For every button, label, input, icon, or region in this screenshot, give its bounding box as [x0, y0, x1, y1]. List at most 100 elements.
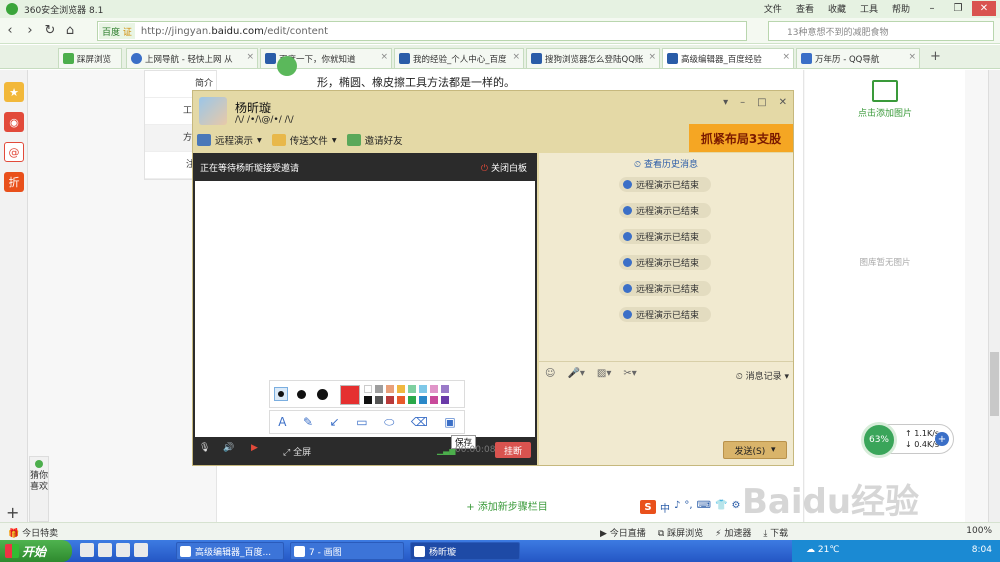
- keyboard-icon[interactable]: ⌨: [697, 500, 711, 515]
- forward-icon[interactable]: ›: [20, 21, 40, 41]
- ime-moon-icon[interactable]: ♪: [674, 500, 680, 515]
- close-icon[interactable]: ✕: [779, 97, 787, 108]
- email-icon[interactable]: @: [4, 142, 24, 162]
- send-file-button[interactable]: 传送文件 ▾: [271, 133, 337, 147]
- search-input[interactable]: 13种意想不到的减肥食物: [768, 21, 994, 41]
- url-text[interactable]: http://jingyan.baidu.com/edit/content: [141, 26, 328, 37]
- menu-favorites[interactable]: 收藏: [828, 2, 846, 15]
- color-swatch[interactable]: [441, 396, 449, 404]
- tab-close-icon[interactable]: ×: [648, 52, 656, 62]
- arrow-tool-icon[interactable]: ↙: [330, 415, 340, 429]
- zoom-level[interactable]: 100%: [966, 526, 992, 536]
- speaker-icon[interactable]: 🔊: [223, 443, 234, 453]
- tab-4[interactable]: 搜狗浏览器怎么登陆QQ账 ×: [526, 48, 660, 68]
- voice-icon[interactable]: 🎤▾: [567, 368, 584, 379]
- ime-settings-icon[interactable]: ⚙: [731, 500, 740, 515]
- chevron-down-icon[interactable]: ▾: [723, 97, 728, 108]
- screenshot-icon[interactable]: ✂▾: [623, 368, 636, 379]
- add-image-button[interactable]: 点击添加图片: [825, 80, 945, 119]
- microphone-icon[interactable]: 🎙: [199, 443, 210, 453]
- scrollbar-thumb[interactable]: [990, 352, 999, 416]
- green-browse-link[interactable]: ⧉ 踩屏浏览: [658, 526, 703, 539]
- weibo-icon[interactable]: ◉: [4, 112, 24, 132]
- rectangle-tool-icon[interactable]: ▭: [356, 415, 367, 429]
- search-engine-badge[interactable]: 百度 证: [99, 23, 135, 39]
- color-swatch[interactable]: [364, 396, 372, 404]
- ellipse-tool-icon[interactable]: ⬭: [384, 415, 394, 430]
- color-swatch[interactable]: [408, 385, 416, 393]
- refresh-icon[interactable]: ↻: [40, 21, 60, 41]
- color-swatch[interactable]: [397, 385, 405, 393]
- discount-icon[interactable]: 折: [4, 172, 24, 192]
- fullscreen-button[interactable]: ⤢ 全屏: [283, 445, 311, 458]
- pencil-tool-icon[interactable]: ✎: [303, 415, 313, 429]
- selected-color-swatch[interactable]: [340, 385, 360, 405]
- tab-close-icon[interactable]: ×: [908, 52, 916, 62]
- color-swatch[interactable]: [419, 385, 427, 393]
- quick-launch-icon[interactable]: [98, 543, 112, 557]
- avatar[interactable]: [199, 97, 227, 125]
- camera-off-icon[interactable]: ▶: [251, 443, 258, 453]
- taskbar-qq-chat[interactable]: 杨昕璇: [410, 542, 520, 560]
- color-swatch[interactable]: [386, 396, 394, 404]
- download-link[interactable]: ⤓ 下载: [763, 526, 788, 539]
- step-text[interactable]: 形，椭圆、橡皮擦工具方法都是一样的。: [317, 74, 515, 90]
- maximize-icon[interactable]: □: [757, 97, 766, 108]
- color-swatch[interactable]: [364, 385, 372, 393]
- favorites-star-icon[interactable]: ★: [4, 82, 24, 102]
- color-swatch[interactable]: [408, 396, 416, 404]
- weather[interactable]: ☁ 21℃: [806, 545, 839, 555]
- quick-launch-icon[interactable]: [134, 543, 148, 557]
- text-tool-icon[interactable]: A: [278, 415, 286, 429]
- tab-5-active[interactable]: 高级编辑器_百度经验 ×: [662, 48, 794, 68]
- ad-banner[interactable]: 抓紧布局3支股: [689, 124, 793, 152]
- tab-close-icon[interactable]: ×: [246, 52, 254, 62]
- page-scrollbar[interactable]: [988, 70, 1000, 522]
- picture-icon[interactable]: ▨▾: [597, 368, 611, 379]
- tab-1[interactable]: 上网导航 - 轻快上网 从 ×: [126, 48, 258, 68]
- back-icon[interactable]: ‹: [0, 21, 20, 41]
- tab-0[interactable]: 踩屏浏览: [58, 48, 122, 68]
- guess-you-like[interactable]: 猜你喜欢: [29, 456, 49, 522]
- remote-demo-button[interactable]: 远程演示 ▾: [197, 133, 262, 147]
- skin-icon[interactable]: 👕: [715, 500, 727, 515]
- emoji-icon[interactable]: ☺: [545, 368, 555, 379]
- color-swatch[interactable]: [375, 396, 383, 404]
- color-swatch[interactable]: [441, 385, 449, 393]
- start-button[interactable]: 开始: [0, 540, 72, 562]
- color-swatch[interactable]: [375, 385, 383, 393]
- daily-deals-link[interactable]: 🎁 今日特卖: [8, 526, 58, 539]
- view-history-link[interactable]: ⏲ 查看历史消息: [539, 157, 793, 170]
- taskbar-paint[interactable]: 7 - 画图: [290, 542, 404, 560]
- new-tab-icon[interactable]: +: [930, 49, 941, 64]
- ime-punct-icon[interactable]: °,: [684, 500, 692, 515]
- accelerator-link[interactable]: ⚡ 加速器: [715, 526, 751, 539]
- eraser-tool-icon[interactable]: ⌫: [411, 415, 428, 429]
- live-link[interactable]: ▶ 今日直播: [600, 526, 646, 539]
- home-icon[interactable]: ⌂: [60, 21, 80, 41]
- menu-file[interactable]: 文件: [764, 2, 782, 15]
- color-swatch[interactable]: [430, 396, 438, 404]
- color-swatch[interactable]: [419, 396, 427, 404]
- tab-close-icon[interactable]: ×: [380, 52, 388, 62]
- address-bar[interactable]: 百度 证 http://jingyan.baidu.com/edit/conte…: [97, 21, 747, 41]
- minimize-icon[interactable]: –: [740, 97, 745, 108]
- color-swatch[interactable]: [397, 396, 405, 404]
- close-icon[interactable]: ✕: [972, 1, 996, 16]
- invite-friend-button[interactable]: 邀请好友: [346, 133, 403, 147]
- sogou-ime-icon[interactable]: S: [640, 500, 656, 514]
- clock[interactable]: 8:04: [972, 545, 992, 555]
- close-whiteboard-button[interactable]: ⏻ 关闭白板: [481, 161, 527, 174]
- message-record-button[interactable]: ⏲ 消息记录 ▾: [736, 369, 789, 382]
- whiteboard-canvas[interactable]: A ✎ ↙ ▭ ⬭ ⌫ ▣ 保存: [195, 181, 535, 449]
- quick-launch-icon[interactable]: [116, 543, 130, 557]
- color-swatch[interactable]: [386, 385, 394, 393]
- brush-medium-icon[interactable]: [297, 390, 306, 399]
- add-sidebar-icon[interactable]: +: [6, 503, 19, 522]
- boost-plus-icon[interactable]: +: [935, 432, 949, 446]
- maximize-icon[interactable]: ❐: [946, 1, 970, 16]
- tab-close-icon[interactable]: ×: [512, 52, 520, 62]
- minimize-icon[interactable]: –: [920, 1, 944, 16]
- menu-help[interactable]: 帮助: [892, 2, 910, 15]
- menu-tools[interactable]: 工具: [860, 2, 878, 15]
